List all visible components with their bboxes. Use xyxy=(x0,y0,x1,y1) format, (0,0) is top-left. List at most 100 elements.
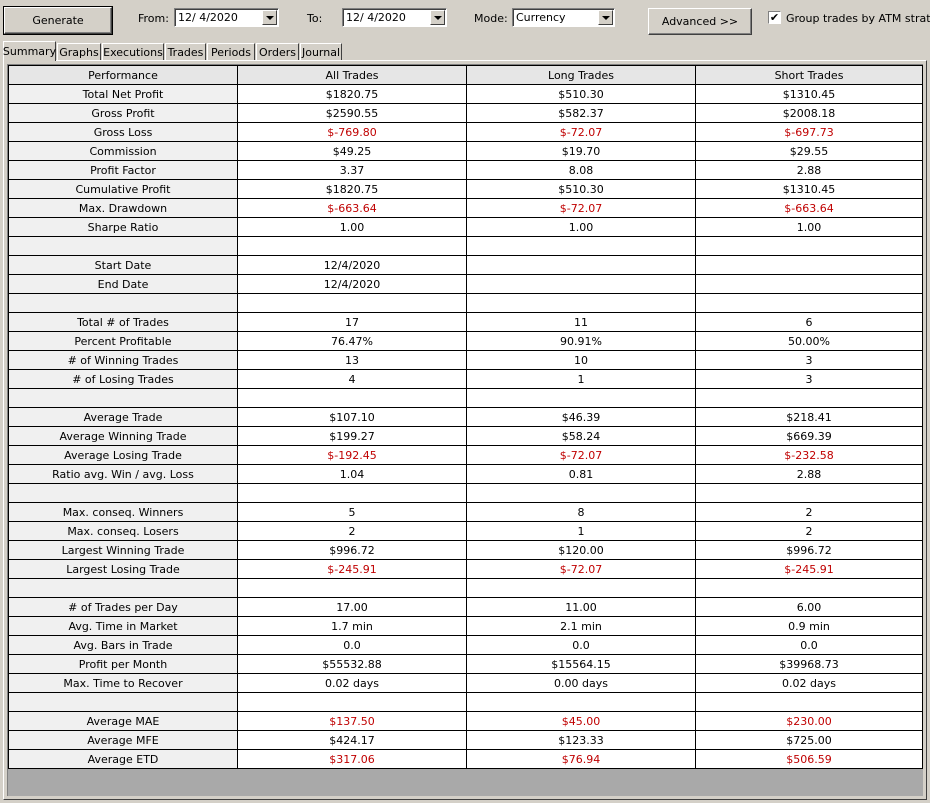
table-cell: 17.00 xyxy=(237,597,467,617)
table-cell: $1310.45 xyxy=(695,84,923,104)
tab-orders[interactable]: Orders xyxy=(256,43,299,60)
table-cell: $-72.07 xyxy=(466,122,696,142)
row-label: Start Date xyxy=(8,255,238,275)
table-cell: $107.10 xyxy=(237,407,467,427)
table-cell xyxy=(695,293,923,313)
chevron-down-icon[interactable] xyxy=(430,10,445,25)
table-cell xyxy=(695,692,923,712)
performance-table: Performance All Trades Long Trades Short Tr… xyxy=(8,65,923,769)
table-cell: $-72.07 xyxy=(466,445,696,465)
table-row: Gross Profit $2590.55 $582.37 $2008.18 xyxy=(8,103,923,123)
row-label xyxy=(8,483,238,503)
row-label: Average MAE xyxy=(8,711,238,731)
table-cell: 12/4/2020 xyxy=(237,274,467,294)
table-row: Average MFE $424.17 $123.33 $725.00 xyxy=(8,730,923,750)
to-date-value: 12/ 4/2020 xyxy=(346,11,406,24)
tab-trades[interactable]: Trades xyxy=(165,43,206,60)
table-cell: 13 xyxy=(237,350,467,370)
table-row: Max. Time to Recover 0.02 days 0.00 days 0.… xyxy=(8,673,923,693)
row-label: Avg. Bars in Trade xyxy=(8,635,238,655)
table-cell xyxy=(466,236,696,256)
table-cell xyxy=(466,293,696,313)
table-cell: $725.00 xyxy=(695,730,923,750)
table-cell: $45.00 xyxy=(466,711,696,731)
group-trades-checkbox[interactable]: ✔ xyxy=(768,11,781,24)
tab-strip: Summary Graphs Executions Trades Periods Orde… xyxy=(3,41,928,61)
table-cell: $46.39 xyxy=(466,407,696,427)
table-row: Average ETD $317.06 $76.94 $506.59 xyxy=(8,749,923,769)
tab-graphs[interactable]: Graphs xyxy=(57,43,101,60)
table-cell: 8.08 xyxy=(466,160,696,180)
row-label: Gross Profit xyxy=(8,103,238,123)
table-row: Percent Profitable 76.47% 90.91% 50.00% xyxy=(8,331,923,351)
table-row: Max. conseq. Losers 2 1 2 xyxy=(8,521,923,541)
table-cell: 0.00 days xyxy=(466,673,696,693)
from-date-picker[interactable]: 12/ 4/2020 xyxy=(174,8,279,27)
table-cell: 6 xyxy=(695,312,923,332)
table-cell: $1310.45 xyxy=(695,179,923,199)
generate-button[interactable]: Generate xyxy=(3,6,113,35)
table-cell: $120.00 xyxy=(466,540,696,560)
column-header: All Trades xyxy=(237,65,467,85)
table-cell: 8 xyxy=(466,502,696,522)
table-row: Profit per Month $55532.88 $15564.15 $39968… xyxy=(8,654,923,674)
group-trades-label: Group trades by ATM strategy xyxy=(786,12,930,25)
table-cell xyxy=(695,255,923,275)
advanced-button[interactable]: Advanced >> xyxy=(648,8,752,35)
table-row: Avg. Time in Market 1.7 min 2.1 min 0.9 min xyxy=(8,616,923,636)
table-row: Avg. Bars in Trade 0.0 0.0 0.0 xyxy=(8,635,923,655)
row-label: Gross Loss xyxy=(8,122,238,142)
row-label: Max. conseq. Winners xyxy=(8,502,238,522)
chevron-down-icon[interactable] xyxy=(262,10,277,25)
table-cell: 90.91% xyxy=(466,331,696,351)
table-row xyxy=(8,293,923,313)
row-label: # of Trades per Day xyxy=(8,597,238,617)
table-cell: $-192.45 xyxy=(237,445,467,465)
tab-summary[interactable]: Summary xyxy=(3,41,56,61)
table-row xyxy=(8,483,923,503)
to-date-picker[interactable]: 12/ 4/2020 xyxy=(342,8,447,27)
table-cell: $317.06 xyxy=(237,749,467,769)
row-label: Max. Drawdown xyxy=(8,198,238,218)
row-label xyxy=(8,388,238,408)
table-row: Ratio avg. Win / avg. Loss 1.04 0.81 2.88 xyxy=(8,464,923,484)
table-cell: 0.81 xyxy=(466,464,696,484)
table-row: # of Losing Trades 4 1 3 xyxy=(8,369,923,389)
table-cell: 2 xyxy=(695,521,923,541)
table-cell: 2.88 xyxy=(695,464,923,484)
row-label: Avg. Time in Market xyxy=(8,616,238,636)
table-row: Largest Winning Trade $996.72 $120.00 $996.… xyxy=(8,540,923,560)
table-cell: 2 xyxy=(237,521,467,541)
row-label: Largest Losing Trade xyxy=(8,559,238,579)
table-cell: $49.25 xyxy=(237,141,467,161)
tab-executions[interactable]: Executions xyxy=(102,43,164,60)
tab-periods[interactable]: Periods xyxy=(207,43,255,60)
table-cell: $230.00 xyxy=(695,711,923,731)
table-cell: $123.33 xyxy=(466,730,696,750)
table-cell: 0.9 min xyxy=(695,616,923,636)
summary-grid-container: Performance All Trades Long Trades Short Tr… xyxy=(7,64,923,796)
row-label: Max. conseq. Losers xyxy=(8,521,238,541)
table-cell: 2 xyxy=(695,502,923,522)
tab-journal[interactable]: Journal xyxy=(300,43,342,60)
chevron-down-icon[interactable] xyxy=(598,10,613,25)
table-cell: $582.37 xyxy=(466,103,696,123)
table-cell: $669.39 xyxy=(695,426,923,446)
table-row: Gross Loss $-769.80 $-72.07 $-697.73 xyxy=(8,122,923,142)
mode-value: Currency xyxy=(516,11,566,24)
from-date-value: 12/ 4/2020 xyxy=(178,11,238,24)
table-cell xyxy=(695,236,923,256)
table-cell: $996.72 xyxy=(237,540,467,560)
table-row: Total Net Profit $1820.75 $510.30 $1310.45 xyxy=(8,84,923,104)
table-cell: 1.00 xyxy=(466,217,696,237)
table-cell xyxy=(237,483,467,503)
table-cell xyxy=(237,388,467,408)
row-label: Ratio avg. Win / avg. Loss xyxy=(8,464,238,484)
mode-select[interactable]: Currency xyxy=(512,8,615,27)
table-cell xyxy=(695,388,923,408)
table-cell: 17 xyxy=(237,312,467,332)
table-cell: $55532.88 xyxy=(237,654,467,674)
table-cell: 5 xyxy=(237,502,467,522)
row-label xyxy=(8,293,238,313)
table-row xyxy=(8,236,923,256)
